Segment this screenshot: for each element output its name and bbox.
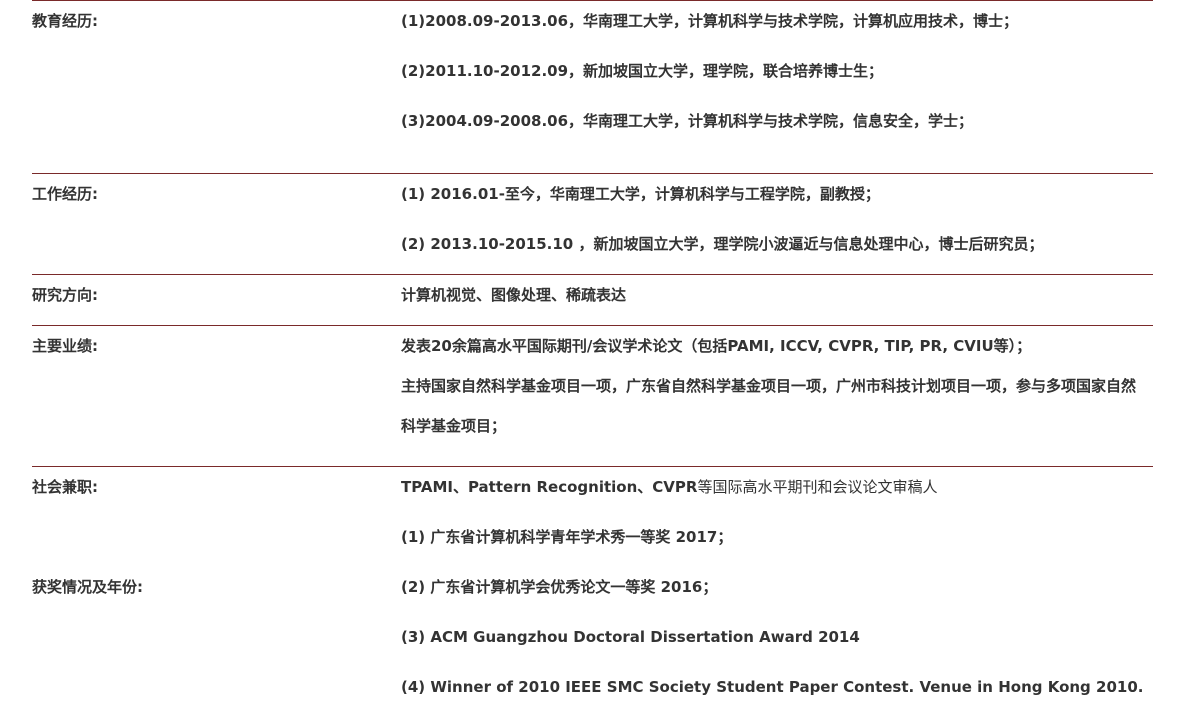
education-item: (2)2011.10-2012.09，新加坡国立大学，理学院，联合培养博士生； — [401, 62, 884, 80]
service-value-bold: TPAMI、Pattern Recognition、CVPR — [401, 478, 698, 496]
education-value-cell: (1)2008.09-2013.06，华南理工大学，计算机科学与技术学院，计算机… — [401, 1, 1153, 173]
service-label: 社会兼职: — [32, 478, 98, 496]
award-item: (2) 广东省计算机学会优秀论文一等奖 2016； — [401, 578, 718, 596]
research-value-cell: 计算机视觉、图像处理、稀疏表达 — [401, 275, 1153, 325]
education-row: 教育经历: (1)2008.09-2013.06，华南理工大学，计算机科学与技术… — [32, 0, 1153, 173]
service-awards-row: 社会兼职: 获奖情况及年份: TPAMI、Pattern Recognition… — [32, 466, 1153, 716]
achievements-value-cell: 发表20余篇高水平国际期刊/会议学术论文（包括PAMI, ICCV, CVPR,… — [401, 326, 1153, 466]
profile-table: 教育经历: (1)2008.09-2013.06，华南理工大学，计算机科学与技术… — [32, 0, 1153, 716]
achievements-row: 主要业绩: 发表20余篇高水平国际期刊/会议学术论文（包括PAMI, ICCV,… — [32, 325, 1153, 466]
education-item: (3)2004.09-2008.06，华南理工大学，计算机科学与技术学院，信息安… — [401, 112, 974, 130]
service-awards-label-cell: 社会兼职: 获奖情况及年份: — [32, 467, 401, 716]
service-value-rest: 等国际高水平期刊和会议论文审稿人 — [697, 478, 938, 496]
work-item: (1) 2016.01-至今，华南理工大学，计算机科学与工程学院，副教授； — [401, 185, 880, 203]
education-item: (1)2008.09-2013.06，华南理工大学，计算机科学与技术学院，计算机… — [401, 12, 1019, 30]
work-label-cell: 工作经历: — [32, 174, 401, 274]
service-awards-value-cell: TPAMI、Pattern Recognition、CVPR等国际高水平期刊和会… — [401, 467, 1153, 716]
achievements-label: 主要业绩: — [32, 337, 98, 355]
award-item: (1) 广东省计算机科学青年学术秀一等奖 2017； — [401, 528, 733, 546]
education-label: 教育经历: — [32, 12, 98, 30]
awards-label: 获奖情况及年份: — [32, 578, 143, 596]
work-label: 工作经历: — [32, 185, 98, 203]
education-label-cell: 教育经历: — [32, 1, 401, 173]
award-item: (3) ACM Guangzhou Doctoral Dissertation … — [401, 628, 860, 646]
achievements-item: 主持国家自然科学基金项目一项，广东省自然科学基金项目一项，广州市科技计划项目一项… — [401, 377, 1137, 435]
work-value-cell: (1) 2016.01-至今，华南理工大学，计算机科学与工程学院，副教授； (2… — [401, 174, 1153, 274]
award-item: (4) Winner of 2010 IEEE SMC Society Stud… — [401, 678, 1144, 696]
service-value: TPAMI、Pattern Recognition、CVPR等国际高水平期刊和会… — [401, 467, 1153, 517]
work-row: 工作经历: (1) 2016.01-至今，华南理工大学，计算机科学与工程学院，副… — [32, 173, 1153, 274]
research-label-cell: 研究方向: — [32, 275, 401, 325]
research-label: 研究方向: — [32, 286, 98, 304]
research-value: 计算机视觉、图像处理、稀疏表达 — [401, 286, 627, 304]
work-item: (2) 2013.10-2015.10 ，新加坡国立大学，理学院小波逼近与信息处… — [401, 235, 1044, 253]
research-row: 研究方向: 计算机视觉、图像处理、稀疏表达 — [32, 274, 1153, 325]
achievements-label-cell: 主要业绩: — [32, 326, 401, 466]
